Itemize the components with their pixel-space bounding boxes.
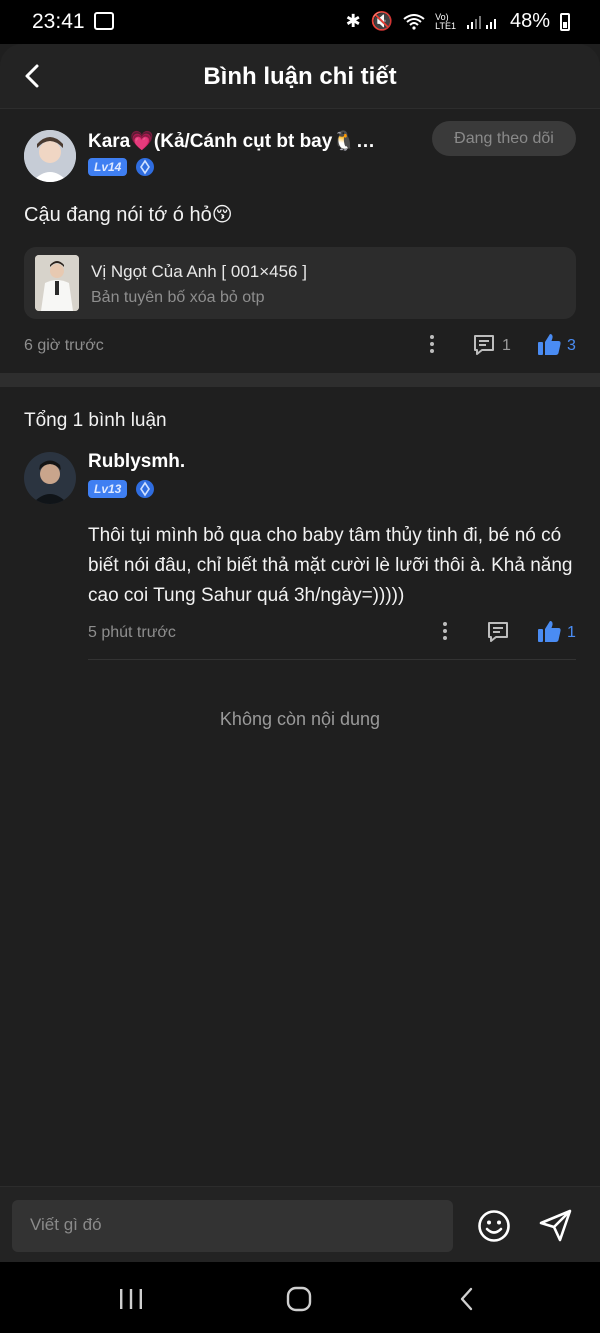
reply-comment-icon[interactable] [486, 620, 510, 644]
reply-timestamp: 5 phút trước [88, 624, 176, 641]
back-nav-icon[interactable] [456, 1286, 478, 1312]
more-options-icon[interactable] [430, 335, 434, 356]
linked-story-card[interactable]: Vị Ngọt Của Anh [ 001×456 ] Bản tuyên bố… [24, 247, 576, 319]
bluetooth-icon: ✱ [345, 11, 361, 31]
status-bar: 23:41 ✱ 🔇 Vo) LTE1 48% [0, 0, 600, 44]
post-username[interactable]: Kara💗(Kả/Cánh cụt bt bay🐧… [88, 129, 375, 153]
app-header: Bình luận chi tiết [0, 44, 600, 109]
send-icon[interactable] [538, 1207, 574, 1243]
comment-count: 1 [502, 337, 511, 354]
like-count: 3 [567, 337, 576, 354]
story-subtitle: Bản tuyên bố xóa bỏ otp [91, 289, 265, 306]
total-comments-label: Tổng 1 bình luận [24, 410, 167, 431]
gallery-notification-icon [94, 12, 114, 30]
volte-icon: Vo) LTE1 [435, 11, 456, 31]
comment-composer: Viết gì đó [0, 1186, 600, 1263]
wifi-icon [403, 13, 425, 30]
comment-icon[interactable] [472, 333, 496, 357]
recent-apps-icon[interactable] [118, 1287, 144, 1311]
status-icons: ✱ 🔇 Vo) LTE1 48% [346, 10, 570, 33]
battery-percent: 48% [509, 10, 550, 32]
reply-text: Thôi tụi mình bỏ qua cho baby tâm thủy t… [88, 525, 573, 606]
page-title: Bình luận chi tiết [203, 63, 397, 90]
following-button[interactable]: Đang theo dõi [432, 121, 576, 156]
like-count: 1 [567, 624, 576, 641]
mute-icon: 🔇 [370, 11, 394, 31]
home-icon[interactable] [286, 1286, 312, 1312]
verified-badge-icon [136, 158, 154, 176]
post-timestamp: 6 giờ trước [24, 337, 104, 354]
story-thumbnail [35, 255, 79, 311]
avatar[interactable] [24, 130, 76, 182]
level-badge: Lv13 [88, 480, 128, 498]
verified-badge-icon [136, 480, 154, 498]
reply-divider [88, 659, 576, 660]
level-badge: Lv14 [88, 158, 128, 176]
status-time: 23:41 [32, 10, 85, 33]
end-of-content-label: Không còn nội dung [219, 709, 381, 729]
system-navigation-bar [0, 1262, 600, 1333]
emoji-icon[interactable] [477, 1209, 511, 1243]
reply-username[interactable]: Rublysmh. [88, 451, 185, 473]
like-icon[interactable] [537, 619, 562, 644]
comment-input[interactable]: Viết gì đó [12, 1200, 453, 1252]
more-options-icon[interactable] [443, 622, 447, 643]
avatar[interactable] [24, 452, 76, 504]
section-divider [0, 373, 600, 387]
post-text: Cậu đang nói tớ ó hỏ😚 [24, 204, 233, 226]
story-title: Vị Ngọt Của Anh [ 001×456 ] [91, 262, 307, 281]
signal-icon [466, 15, 496, 29]
like-icon[interactable] [537, 332, 562, 357]
battery-icon [560, 12, 570, 31]
